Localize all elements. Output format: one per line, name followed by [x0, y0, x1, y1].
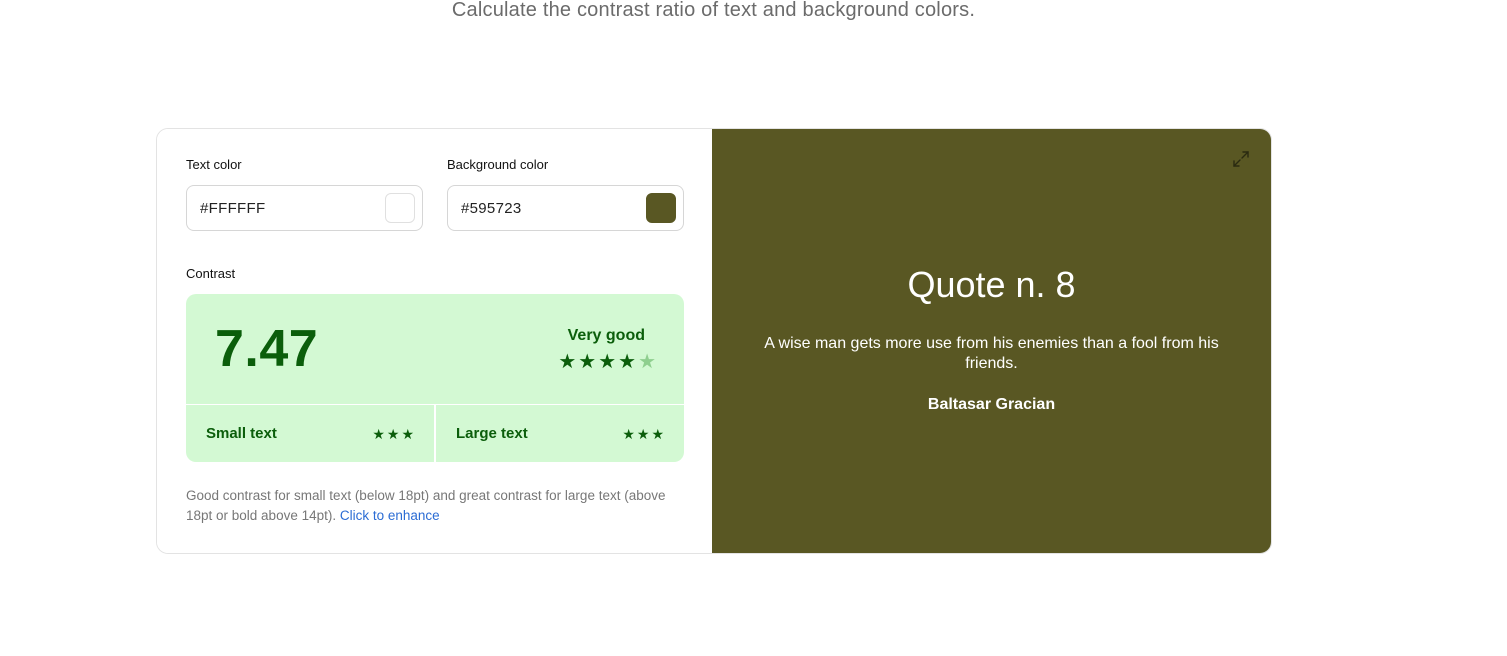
preview-panel: Quote n. 8 A wise man gets more use from…	[712, 129, 1271, 553]
large-text-stars: ★ ★ ★	[622, 425, 664, 443]
text-color-label: Text color	[186, 157, 242, 172]
star-icon: ★	[578, 351, 597, 373]
page-subtitle: Calculate the contrast ratio of text and…	[451, 0, 976, 21]
text-color-value[interactable]: #FFFFFF	[200, 200, 265, 217]
text-color-swatch[interactable]	[385, 193, 415, 223]
quote-text: A wise man gets more use from his enemie…	[764, 335, 1219, 372]
background-color-value[interactable]: #595723	[461, 200, 522, 217]
large-text-rating: Large text ★ ★ ★	[436, 405, 684, 462]
star-icon: ★	[651, 426, 664, 442]
small-text-stars: ★ ★ ★	[372, 425, 414, 443]
star-icon: ★	[638, 351, 656, 373]
text-size-ratings: Small text ★ ★ ★ Large text ★ ★ ★	[186, 405, 684, 462]
controls-panel: Text color #FFFFFF Background color #595…	[157, 129, 712, 553]
rating-label: Very good	[567, 327, 645, 344]
contrast-checker-card: Text color #FFFFFF Background color #595…	[156, 128, 1272, 554]
rating-stars: ★ ★ ★ ★ ★	[558, 351, 656, 373]
quote-author: Baltasar Gracian	[927, 396, 1056, 413]
large-text-label: Large text	[456, 425, 528, 442]
small-text-rating: Small text ★ ★ ★	[186, 405, 434, 462]
text-color-input[interactable]: #FFFFFF	[186, 185, 423, 231]
enhance-link[interactable]: Click to enhance	[340, 508, 440, 523]
star-icon: ★	[622, 426, 635, 442]
contrast-ratio: 7.47	[215, 320, 319, 378]
star-icon: ★	[372, 426, 385, 442]
quote-title: Quote n. 8	[907, 264, 1076, 305]
star-icon: ★	[386, 426, 400, 442]
star-icon: ★	[401, 426, 414, 442]
contrast-result: 7.47 Very good ★ ★ ★ ★ ★ Small text ★ ★ ★ Larg…	[186, 294, 684, 462]
background-color-swatch[interactable]	[646, 193, 676, 223]
contrast-score-panel: 7.47 Very good ★ ★ ★ ★ ★	[186, 294, 684, 404]
small-text-label: Small text	[206, 425, 277, 442]
contrast-label: Contrast	[186, 266, 236, 281]
star-icon: ★	[618, 351, 637, 373]
background-color-label: Background color	[447, 157, 549, 172]
star-icon: ★	[598, 351, 617, 373]
background-color-input[interactable]: #595723	[447, 185, 684, 231]
contrast-note: Good contrast for small text (below 18pt…	[186, 486, 686, 526]
star-icon: ★	[636, 426, 650, 442]
expand-icon[interactable]	[1231, 149, 1251, 169]
star-icon: ★	[558, 351, 577, 373]
